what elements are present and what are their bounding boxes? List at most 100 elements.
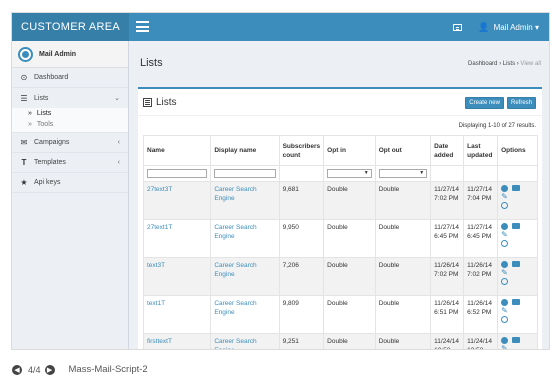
main-content: Lists Dashboard › Lists › View all Lists… xyxy=(130,41,549,349)
copy-icon[interactable] xyxy=(501,202,509,209)
sidebar-item-lists[interactable]: ☰ Lists ⌄ xyxy=(12,88,128,108)
avatar xyxy=(18,46,33,62)
list-name-link[interactable]: firsttextT xyxy=(147,338,172,345)
refresh-button[interactable]: Refresh xyxy=(506,97,536,109)
mail-icon[interactable] xyxy=(512,299,521,305)
edit-icon[interactable]: ✎ xyxy=(501,193,509,201)
date-added: 11/26/14 6:51 PM xyxy=(434,300,459,316)
table-row: text1T Career Search Engine 9,809 Double Dou… xyxy=(142,295,538,334)
breadcrumb: Dashboard › Lists › View all xyxy=(468,61,541,67)
page-title: Lists xyxy=(140,57,163,69)
column-header-options: Options xyxy=(497,135,538,166)
sidebar-item-label: Lists xyxy=(34,94,49,102)
column-header-display-name[interactable]: Display name xyxy=(210,135,280,166)
last-updated: 11/27/14 6:45 PM xyxy=(467,224,492,240)
list-name-link[interactable]: text1T xyxy=(147,300,165,307)
display-name-link[interactable]: Career Search Engine xyxy=(214,224,256,240)
list-name-link[interactable]: 27text1T xyxy=(147,224,172,231)
opt-out-value: Double xyxy=(378,338,400,345)
opt-out-filter-select[interactable]: ▼ xyxy=(378,169,428,178)
subscribers-count: 9,251 xyxy=(282,338,299,345)
column-header-subscribers[interactable]: Subscribers count xyxy=(278,135,325,166)
sidebar-item-label: Templates xyxy=(34,159,66,166)
display-name-link[interactable]: Career Search Engine xyxy=(214,300,256,316)
info-icon[interactable] xyxy=(501,223,509,230)
box-header: Lists Create new Refresh xyxy=(138,89,542,116)
results-summary: Displaying 1-10 of 27 results. xyxy=(458,123,536,129)
subscribers-count: 7,206 xyxy=(282,262,299,269)
chevron-left-icon: ‹ xyxy=(117,139,120,146)
edit-icon[interactable]: ✎ xyxy=(501,269,509,277)
sidebar-item-dashboard[interactable]: ⊙ Dashboard xyxy=(12,68,128,88)
previous-icon[interactable]: ◀ xyxy=(12,364,22,375)
breadcrumb-separator: › xyxy=(516,61,519,67)
user-icon: 👤 xyxy=(478,21,490,32)
column-header-last-updated[interactable]: Last updated xyxy=(463,135,499,166)
sidebar-submenu-lists: » Lists » Tools xyxy=(12,108,128,133)
edit-icon[interactable]: ✎ xyxy=(501,307,509,315)
display-name-link[interactable]: Career Search Engine xyxy=(214,338,256,349)
column-header-date-added[interactable]: Date added xyxy=(430,135,465,166)
logo[interactable]: CUSTOMER AREA xyxy=(12,13,129,41)
row-options: ✎ xyxy=(501,223,534,247)
opt-out-value: Double xyxy=(378,300,400,307)
sidebar-subitem-tools[interactable]: » Tools xyxy=(12,119,128,130)
sidebar-subitem-lists[interactable]: » Lists xyxy=(12,108,128,119)
filter-row: ▼ ▼ xyxy=(142,165,538,182)
column-header-opt-out[interactable]: Opt out xyxy=(374,135,432,166)
sidebar-item-api-keys[interactable]: ★ Api keys xyxy=(12,173,128,193)
sidebar-item-campaigns[interactable]: ✉ Campaigns ‹ xyxy=(12,133,128,153)
display-name-link[interactable]: Career Search Engine xyxy=(214,262,256,278)
navbar-right: 👤 Mail Admin ▾ xyxy=(453,13,539,41)
user-menu[interactable]: Mail Admin ▾ xyxy=(494,23,539,32)
sidebar-item-label: Api keys xyxy=(34,179,61,186)
last-updated: 11/26/14 6:52 PM xyxy=(467,300,492,316)
mail-icon[interactable] xyxy=(512,337,521,343)
date-added: 11/26/14 7:02 PM xyxy=(434,262,459,278)
list-name-link[interactable]: text3T xyxy=(147,262,165,269)
mail-icon[interactable] xyxy=(512,261,521,267)
name-filter-input[interactable] xyxy=(147,169,208,178)
sidebar-item-label: Campaigns xyxy=(34,139,70,146)
next-icon[interactable]: ▶ xyxy=(44,364,55,375)
mail-icon[interactable] xyxy=(512,223,521,229)
column-header-name[interactable]: Name xyxy=(142,135,212,166)
display-name-filter-input[interactable] xyxy=(214,169,276,178)
create-new-button[interactable]: Create new xyxy=(465,97,504,109)
info-icon[interactable] xyxy=(501,299,509,306)
info-icon[interactable] xyxy=(501,261,509,268)
column-header-opt-in[interactable]: Opt in xyxy=(323,135,376,166)
row-options: ✎ xyxy=(501,185,534,209)
box-actions: Create new Refresh xyxy=(465,97,536,109)
app-window: CUSTOMER AREA 👤 Mail Admin ▾ Mail Admin … xyxy=(11,12,550,350)
opt-in-value: Double xyxy=(327,262,348,269)
copy-icon[interactable] xyxy=(501,278,509,285)
sidebar: Mail Admin ⊙ Dashboard ☰ Lists ⌄ » Lists… xyxy=(12,41,129,349)
chevron-left-icon: ‹ xyxy=(117,159,120,166)
display-name-link[interactable]: Career Search Engine xyxy=(214,186,256,202)
user-panel: Mail Admin xyxy=(12,41,128,68)
opt-in-filter-select[interactable]: ▼ xyxy=(327,169,372,178)
breadcrumb-dashboard[interactable]: Dashboard xyxy=(468,61,497,67)
breadcrumb-current: View all xyxy=(520,61,541,67)
lists-table: Name Display name Subscribers count Opt … xyxy=(142,135,538,349)
list-icon xyxy=(143,97,152,107)
breadcrumb-lists[interactable]: Lists xyxy=(503,61,515,67)
edit-icon[interactable]: ✎ xyxy=(501,231,509,239)
list-name-link[interactable]: 27text3T xyxy=(147,186,172,193)
copy-icon[interactable] xyxy=(501,316,509,323)
info-icon[interactable] xyxy=(501,185,509,192)
opt-out-value: Double xyxy=(378,262,400,269)
sidebar-item-templates[interactable]: T Templates ‹ xyxy=(12,153,128,173)
mail-icon[interactable] xyxy=(512,185,521,191)
info-icon[interactable] xyxy=(501,337,509,344)
copy-icon[interactable] xyxy=(501,240,509,247)
date-added: 11/27/14 6:45 PM xyxy=(434,224,459,240)
subscribers-count: 9,809 xyxy=(282,300,299,307)
menu-toggle-icon[interactable] xyxy=(136,21,149,32)
messages-icon[interactable] xyxy=(453,23,463,31)
subscribers-count: 9,681 xyxy=(282,186,299,193)
double-chevron-icon: » xyxy=(28,121,32,128)
double-chevron-icon: » xyxy=(28,110,32,117)
table-row: 27text1T Career Search Engine 9,950 Double D… xyxy=(142,219,538,258)
